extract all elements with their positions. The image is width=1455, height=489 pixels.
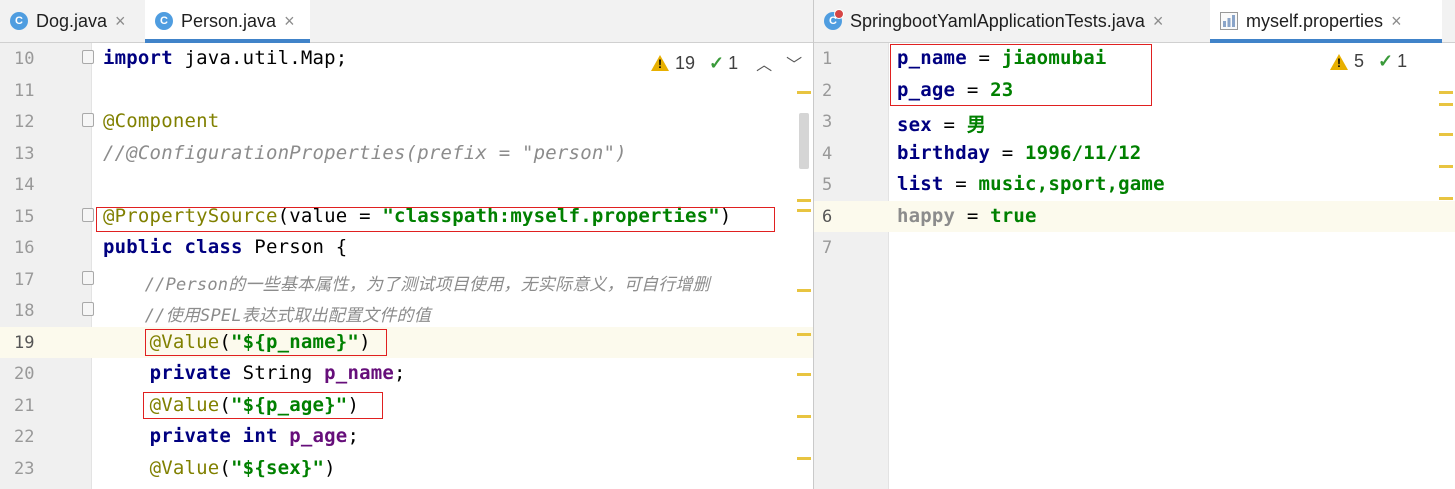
line-number: 15 <box>14 206 35 227</box>
java-class-icon: C <box>10 12 28 30</box>
warning-stripe[interactable] <box>797 289 811 292</box>
check-count: 1 <box>728 52 739 73</box>
fold-marker-icon[interactable] <box>82 270 94 285</box>
tab-myself-properties[interactable]: myself.properties × <box>1210 0 1442 43</box>
scrollbar-thumb[interactable] <box>799 113 809 169</box>
inspection-widget[interactable]: 19 ✓ 1 ︿ ﹀ <box>651 51 802 75</box>
warning-icon <box>1330 53 1348 70</box>
fold-marker-icon[interactable] <box>82 207 94 222</box>
highlight-box-p-name-p-age <box>890 44 1152 106</box>
warning-icon <box>651 55 669 71</box>
property-line: 4 birthday = 1996/11/12 <box>822 141 1142 164</box>
warning-stripe[interactable] <box>1439 133 1453 136</box>
line-number: 21 <box>14 395 35 416</box>
line-number: 11 <box>14 80 35 101</box>
fold-marker-icon[interactable] <box>82 50 94 64</box>
code-line: 12 @Component <box>14 110 220 132</box>
line-number: 17 <box>14 269 35 290</box>
warning-stripe[interactable] <box>1439 165 1453 168</box>
tab-person-java[interactable]: C Person.java × <box>145 0 310 43</box>
line-number: 2 <box>822 80 833 101</box>
line-number: 5 <box>822 175 833 195</box>
fold-marker-icon[interactable] <box>82 113 94 127</box>
line-number: 6 <box>822 206 833 227</box>
code-line: 11 <box>0 75 813 107</box>
code-line: 14 <box>0 169 813 201</box>
highlight-box-property-source <box>96 207 775 232</box>
check-icon: ✓ <box>1378 51 1394 71</box>
vertical-scrollbar[interactable] <box>1439 43 1455 489</box>
java-class-icon: C <box>155 12 173 30</box>
fold-marker-icon[interactable] <box>82 302 94 316</box>
close-icon[interactable]: × <box>284 11 295 32</box>
line-number: 10 <box>14 49 35 69</box>
warning-stripe[interactable] <box>797 457 811 460</box>
check-count: 1 <box>1397 51 1408 71</box>
line-number: 19 <box>14 332 35 353</box>
left-tab-bar: C Dog.java × C Person.java × <box>0 0 813 43</box>
close-icon[interactable]: × <box>115 11 126 32</box>
highlight-box-value-p-age <box>143 392 383 419</box>
person-java-editor-pane: C Dog.java × C Person.java × 10 import j… <box>0 0 813 489</box>
code-line: 23 @Value("${sex}") <box>14 456 336 479</box>
code-line: 20 private String p_name; <box>14 362 406 384</box>
warning-stripe[interactable] <box>797 373 811 376</box>
properties-code-area[interactable]: 1 p_name = jiaomubai 2 p_age = 23 3 sex … <box>814 43 1455 489</box>
warning-count: 19 <box>675 52 696 73</box>
code-line: 13 //@ConfigurationProperties(prefix = "… <box>14 141 627 164</box>
line-number: 23 <box>14 458 35 479</box>
properties-file-icon <box>1220 12 1238 30</box>
previous-highlight-icon[interactable]: ︿ <box>756 51 772 75</box>
highlight-box-value-p-name <box>145 329 387 356</box>
warning-stripe[interactable] <box>797 199 811 202</box>
line-number: 1 <box>822 49 833 69</box>
code-line: 17 //Person的一些基本属性，为了测试项目使用，无实际意义，可自行增删 <box>14 269 710 295</box>
warning-stripe[interactable] <box>797 415 811 418</box>
warning-stripe[interactable] <box>797 333 811 336</box>
line-number: 13 <box>14 143 35 164</box>
warning-stripe[interactable] <box>1439 91 1453 94</box>
warning-stripe[interactable] <box>797 91 811 94</box>
property-line: 5 list = music,sport,game <box>822 173 1165 195</box>
property-line: 3 sex = 男 <box>822 112 987 136</box>
close-icon[interactable]: × <box>1153 11 1164 32</box>
line-number: 18 <box>14 301 35 321</box>
line-number: 22 <box>14 427 35 447</box>
line-number: 12 <box>14 112 35 132</box>
line-number: 14 <box>14 175 35 195</box>
vertical-scrollbar[interactable] <box>797 43 813 489</box>
tab-label: Person.java <box>181 10 277 31</box>
code-line: 22 private int p_age; <box>14 425 360 447</box>
tab-springboot-yaml-application-tests[interactable]: C SpringbootYamlApplicationTests.java × <box>814 0 1206 42</box>
current-property-line: 6 happy = true <box>814 200 1455 232</box>
tab-label: myself.properties <box>1246 10 1384 31</box>
warning-count: 5 <box>1354 51 1365 71</box>
line-number: 20 <box>14 364 35 384</box>
line-number: 4 <box>822 143 833 164</box>
line-number: 16 <box>14 238 35 258</box>
inspection-widget[interactable]: 5 ✓ 1 <box>1330 51 1407 72</box>
warning-stripe[interactable] <box>797 209 811 212</box>
tab-dog-java[interactable]: C Dog.java × <box>0 0 140 42</box>
code-line: 21 @Value("${p_age}") <box>14 393 360 416</box>
tab-label: SpringbootYamlApplicationTests.java <box>850 10 1145 31</box>
property-line: 7 <box>814 232 1455 264</box>
line-number: 7 <box>822 238 833 258</box>
tab-label: Dog.java <box>36 10 108 31</box>
properties-editor-pane: C SpringbootYamlApplicationTests.java × … <box>814 0 1455 489</box>
right-tab-bar: C SpringbootYamlApplicationTests.java × … <box>814 0 1455 43</box>
code-area[interactable]: 10 import java.util.Map; 11 12 @Componen… <box>0 43 813 489</box>
close-icon[interactable]: × <box>1391 11 1402 32</box>
code-line: 16 public class Person { <box>14 236 348 258</box>
java-test-class-icon: C <box>824 9 844 30</box>
check-icon: ✓ <box>709 52 725 73</box>
code-line: 18 //使用SPEL表达式取出配置文件的值 <box>14 301 431 326</box>
current-code-line: 19 @Value("${p_name}") <box>0 326 813 358</box>
line-number: 3 <box>822 112 833 132</box>
warning-stripe[interactable] <box>1439 197 1453 200</box>
warning-stripe[interactable] <box>1439 103 1453 106</box>
